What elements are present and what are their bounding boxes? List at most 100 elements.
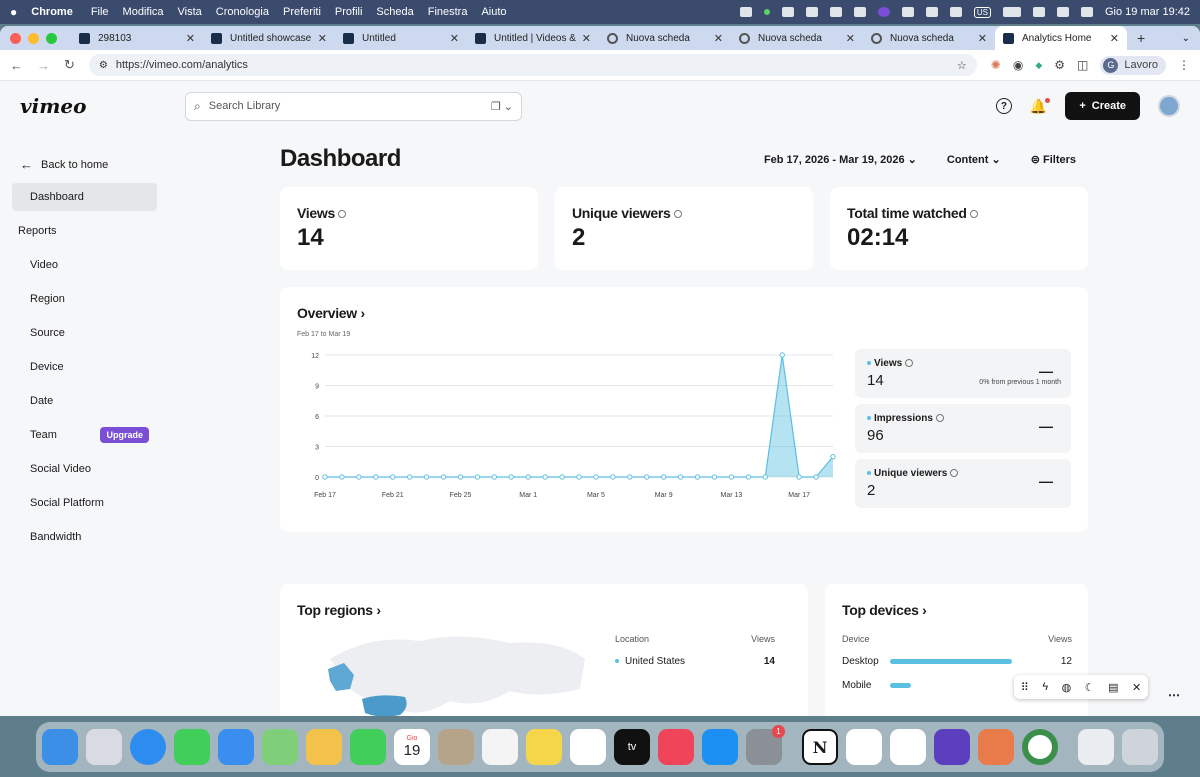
clipboard-icon[interactable]: ▤	[1108, 681, 1118, 694]
chrome-menu-icon[interactable]: ⋮	[1178, 58, 1190, 72]
info-icon[interactable]	[905, 359, 914, 368]
sidebar-item-device[interactable]: Device	[12, 353, 157, 381]
browser-tab[interactable]: Nuova scheda ✕	[731, 26, 863, 50]
content-dropdown[interactable]: Content ⌄	[947, 153, 1001, 166]
dock-calendar[interactable]: Gio 19	[394, 729, 430, 765]
sidebar-item-source[interactable]: Source	[12, 319, 157, 347]
menu-preferiti[interactable]: Preferiti	[283, 6, 321, 18]
create-button[interactable]: + Create	[1065, 92, 1140, 120]
dock-asana[interactable]	[846, 729, 882, 765]
control-center-icon[interactable]	[1081, 7, 1093, 17]
dock-trash[interactable]	[1122, 729, 1158, 765]
sidebar-item-social-platform[interactable]: Social Platform	[12, 489, 157, 517]
menu-finestra[interactable]: Finestra	[428, 6, 468, 18]
menubar-clock[interactable]: Gio 19 mar 19:42	[1105, 6, 1190, 18]
browser-tab[interactable]: Untitled | Videos & M ✕	[467, 26, 599, 50]
vimeo-logo[interactable]: vimeo	[20, 94, 185, 118]
close-tab-icon[interactable]: ✕	[186, 32, 195, 45]
close-tab-icon[interactable]: ✕	[846, 32, 855, 45]
extension-settings-icon[interactable]: ⚙	[1054, 58, 1065, 72]
dock-preview[interactable]	[1078, 729, 1114, 765]
sidebar-item-video[interactable]: Video	[12, 251, 157, 279]
dock-launchpad[interactable]	[86, 729, 122, 765]
browser-tab-active[interactable]: Analytics Home ✕	[995, 26, 1127, 50]
drag-handle-icon[interactable]: ⠿	[1021, 681, 1029, 694]
globe-icon[interactable]: ◍	[1062, 681, 1072, 694]
tab-search-icon[interactable]: ⌄	[1182, 33, 1190, 44]
back-arrow-icon[interactable]: ←	[10, 58, 23, 73]
back-to-home-link[interactable]: ← Back to home	[0, 131, 170, 173]
moon-icon[interactable]: ☾	[1085, 681, 1095, 694]
more-options-icon[interactable]: ⋯	[1168, 688, 1180, 702]
input-source-icon[interactable]: US	[973, 6, 991, 18]
menu-modifica[interactable]: Modifica	[123, 6, 164, 18]
extension-1password-icon[interactable]: ◉	[1013, 58, 1023, 72]
info-icon[interactable]	[935, 414, 944, 423]
status-icon-9[interactable]	[925, 7, 938, 17]
dock-notion[interactable]: N	[802, 729, 838, 765]
dock-notes[interactable]	[526, 729, 562, 765]
metric-unique-viewers[interactable]: Unique viewers 2 —	[855, 459, 1071, 508]
status-icon-4[interactable]	[805, 7, 818, 17]
apple-menu-icon[interactable]: ●	[10, 5, 17, 19]
status-icon-5[interactable]	[829, 7, 842, 17]
status-icon-2[interactable]	[763, 9, 770, 15]
extensions-puzzle-icon[interactable]: ◫	[1077, 58, 1088, 72]
forward-arrow-icon[interactable]: →	[37, 58, 50, 73]
browser-tab[interactable]: Untitled showcase o ✕	[203, 26, 335, 50]
status-icon-7[interactable]	[877, 7, 890, 17]
menu-cronologia[interactable]: Cronologia	[216, 6, 269, 18]
dock-proton-vpn[interactable]	[934, 729, 970, 765]
library-scope-dropdown-icon[interactable]: ❐ ⌄	[491, 100, 513, 113]
bookmark-star-icon[interactable]: ☆	[957, 59, 967, 72]
app-menu-chrome[interactable]: Chrome	[31, 6, 73, 18]
close-tab-icon[interactable]: ✕	[318, 32, 327, 45]
menu-aiuto[interactable]: Aiuto	[481, 6, 506, 18]
dock-messages[interactable]	[174, 729, 210, 765]
url-field[interactable]: ⚙ https://vimeo.com/analytics ☆	[88, 54, 977, 76]
minimize-window-button[interactable]	[28, 32, 39, 44]
metric-impressions[interactable]: Impressions 96 —	[855, 404, 1071, 453]
sidebar-item-reports[interactable]: Reports	[12, 217, 157, 245]
status-icon-1[interactable]	[739, 7, 752, 17]
close-icon[interactable]: ✕	[1132, 681, 1141, 694]
browser-tab[interactable]: Nuova scheda ✕	[599, 26, 731, 50]
table-row[interactable]: Desktop 12	[842, 656, 1072, 667]
wifi-icon[interactable]	[1033, 7, 1045, 17]
dock-reminders[interactable]	[482, 729, 518, 765]
extension-claude-icon[interactable]: ✺	[991, 58, 1001, 72]
sidebar-item-date[interactable]: Date	[12, 387, 157, 415]
close-tab-icon[interactable]: ✕	[1110, 32, 1119, 45]
dock-chrome[interactable]	[1022, 729, 1058, 765]
sidebar-item-dashboard[interactable]: Dashboard	[12, 183, 157, 211]
status-icon-8[interactable]	[901, 7, 914, 17]
battery-icon[interactable]	[1003, 7, 1021, 17]
browser-tab[interactable]: 298103 ✕	[71, 26, 203, 50]
close-window-button[interactable]	[10, 32, 21, 44]
dock-finder[interactable]	[42, 729, 78, 765]
filters-button[interactable]: ⊜ Filters	[1031, 153, 1076, 166]
menu-file[interactable]: File	[91, 6, 109, 18]
sidebar-item-social-video[interactable]: Social Video	[12, 455, 157, 483]
dock-music[interactable]	[658, 729, 694, 765]
browser-tab[interactable]: Untitled ✕	[335, 26, 467, 50]
top-regions-link[interactable]: Top regions ›	[297, 602, 791, 618]
date-range-dropdown[interactable]: Feb 17, 2026 - Mar 19, 2026 ⌄	[764, 153, 917, 166]
status-icon-3[interactable]	[781, 7, 794, 17]
dock-contacts[interactable]	[438, 729, 474, 765]
menu-profili[interactable]: Profili	[335, 6, 363, 18]
info-icon[interactable]	[969, 210, 978, 219]
status-icon-6[interactable]	[853, 7, 866, 17]
info-icon[interactable]	[337, 210, 346, 219]
dock-tv[interactable]: tv	[614, 729, 650, 765]
browser-tab[interactable]: Nuova scheda ✕	[863, 26, 995, 50]
upgrade-badge[interactable]: Upgrade	[100, 427, 149, 443]
reload-icon[interactable]: ↻	[64, 57, 75, 73]
dock-system-settings[interactable]	[746, 725, 785, 765]
sidebar-item-team[interactable]: Team Upgrade	[12, 421, 157, 449]
dock-app-store[interactable]	[702, 729, 738, 765]
search-library-input[interactable]: ⌕ Search Library ❐ ⌄	[185, 91, 522, 121]
dock-photos[interactable]	[306, 729, 342, 765]
lightning-icon[interactable]: ϟ	[1042, 681, 1048, 693]
close-tab-icon[interactable]: ✕	[582, 32, 591, 45]
